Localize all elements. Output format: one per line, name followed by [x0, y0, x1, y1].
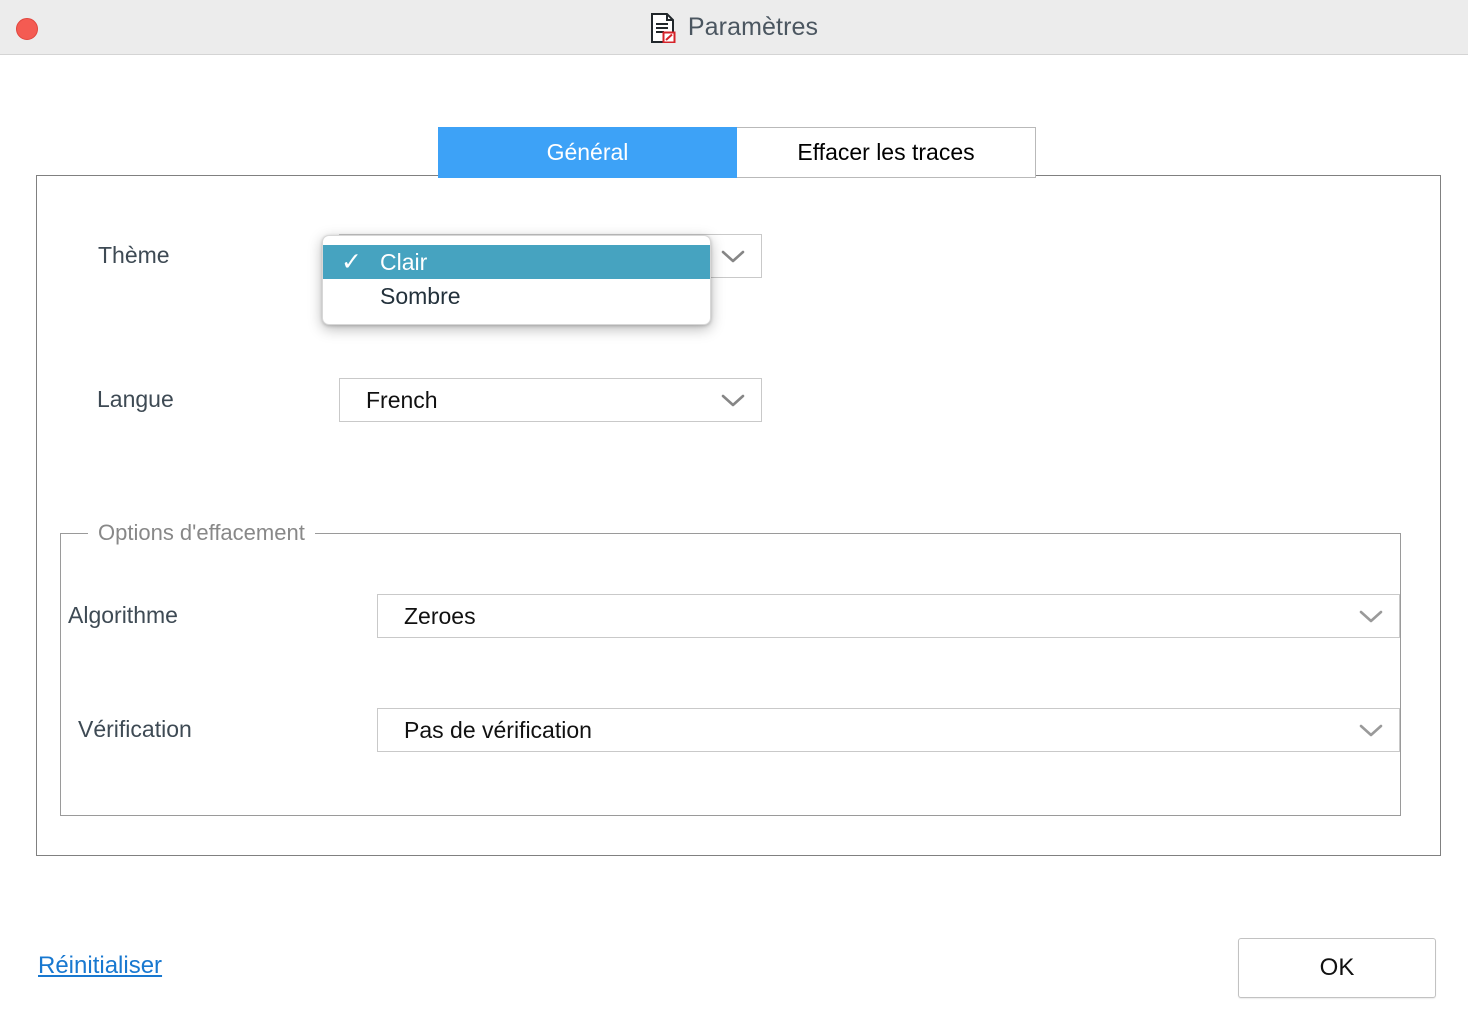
reset-link[interactable]: Réinitialiser: [38, 952, 162, 980]
ok-button[interactable]: OK: [1238, 938, 1436, 998]
verification-select[interactable]: Pas de vérification: [377, 708, 1400, 752]
ok-button-label: OK: [1319, 954, 1355, 981]
theme-option-sombre[interactable]: Sombre: [323, 279, 710, 313]
check-icon: ✓: [341, 247, 362, 276]
tab-bar: Général Effacer les traces: [438, 127, 1036, 178]
theme-dropdown-list: ✓ Clair Sombre: [323, 245, 710, 313]
theme-option-sombre-label: Sombre: [380, 282, 461, 309]
window-title-group: Paramètres: [0, 0, 1468, 55]
language-select[interactable]: French: [339, 378, 762, 422]
tab-general[interactable]: Général: [438, 127, 737, 178]
chevron-down-icon: [713, 392, 761, 408]
tab-effacer-les-traces-label: Effacer les traces: [797, 139, 975, 165]
theme-label: Thème: [98, 242, 170, 268]
theme-option-clair-label: Clair: [380, 248, 428, 275]
chevron-down-icon: [713, 248, 761, 264]
document-eraser-icon: [650, 12, 676, 43]
tab-general-label: Général: [546, 139, 629, 165]
erase-options-group-title: Options d'effacement: [88, 520, 315, 546]
algorithm-select[interactable]: Zeroes: [377, 594, 1400, 638]
chevron-down-icon: [1351, 722, 1399, 738]
algorithm-select-value: Zeroes: [404, 602, 476, 629]
theme-dropdown-popup: ✓ Clair Sombre: [322, 235, 711, 325]
window-title: Paramètres: [687, 13, 819, 41]
language-select-value: French: [366, 386, 438, 413]
algorithm-label: Algorithme: [68, 602, 178, 628]
language-label: Langue: [97, 386, 174, 412]
tab-effacer-les-traces[interactable]: Effacer les traces: [737, 127, 1036, 178]
chevron-down-icon: [1351, 608, 1399, 624]
verification-label: Vérification: [78, 716, 192, 742]
window-titlebar: Paramètres: [0, 0, 1468, 55]
theme-option-clair[interactable]: ✓ Clair: [323, 245, 710, 279]
erase-options-groupbox: [60, 533, 1401, 816]
verification-select-value: Pas de vérification: [404, 716, 592, 743]
